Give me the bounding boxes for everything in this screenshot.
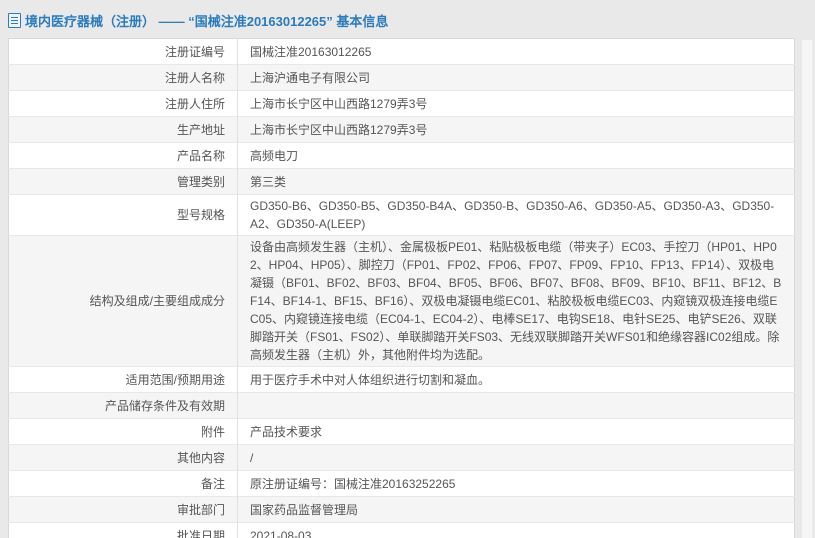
device-info-table: 注册证编号 国械注准20163012265 注册人名称 上海沪通电子有限公司 注册人住所… <box>8 38 795 538</box>
page-header: 境内医疗器械（注册） —— “国械注准20163012265” 基本信息 <box>0 0 815 38</box>
table-row: 生产地址 上海市长宁区中山西路1279弄3号 <box>8 116 795 143</box>
registration-detail-page: 境内医疗器械（注册） —— “国械注准20163012265” 基本信息 注册证… <box>0 0 815 538</box>
field-label: 批准日期 <box>8 522 238 538</box>
field-label: 适用范围/预期用途 <box>8 366 238 393</box>
table-row: 适用范围/预期用途 用于医疗手术中对人体组织进行切割和凝血。 <box>8 366 795 393</box>
field-value: 国械注准20163012265 <box>237 38 795 65</box>
document-icon <box>8 12 21 28</box>
device-info-table-body: 注册证编号 国械注准20163012265 注册人名称 上海沪通电子有限公司 注册人住所… <box>8 38 795 538</box>
field-value: / <box>237 444 795 471</box>
table-row: 附件 产品技术要求 <box>8 418 795 445</box>
field-label: 审批部门 <box>8 496 238 523</box>
field-label: 附件 <box>8 418 238 445</box>
table-row: 备注 原注册证编号：国械注准20163252265 <box>8 470 795 497</box>
field-value: 设备由高频发生器（主机）、金属极板PE01、粘贴极板电缆（带夹子）EC03、手控… <box>237 235 795 367</box>
table-row: 注册证编号 国械注准20163012265 <box>9 38 795 65</box>
table-row: 产品储存条件及有效期 <box>8 392 795 419</box>
field-label: 注册人住所 <box>8 90 238 117</box>
field-value: 原注册证编号：国械注准20163252265 <box>237 470 795 497</box>
field-label: 备注 <box>8 470 238 497</box>
table-row: 注册人名称 上海沪通电子有限公司 <box>8 64 795 91</box>
field-label: 结构及组成/主要组成成分 <box>8 235 238 367</box>
table-row: 管理类别 第三类 <box>8 168 795 195</box>
field-value: 上海市长宁区中山西路1279弄3号 <box>237 116 795 143</box>
field-label: 产品名称 <box>8 142 238 169</box>
table-row: 型号规格 GD350-B6、GD350-B5、GD350-B4A、GD350-B、… <box>8 194 795 236</box>
table-row: 批准日期 2021-08-03 <box>8 522 795 538</box>
field-label: 产品储存条件及有效期 <box>8 392 238 419</box>
field-label: 生产地址 <box>8 116 238 143</box>
table-row: 审批部门 国家药品监督管理局 <box>8 496 795 523</box>
field-value: 高频电刀 <box>237 142 795 169</box>
table-row: 注册人住所 上海市长宁区中山西路1279弄3号 <box>8 90 795 117</box>
field-label: 型号规格 <box>8 194 238 236</box>
field-label: 管理类别 <box>8 168 238 195</box>
field-label: 注册人名称 <box>8 64 238 91</box>
field-value: 产品技术要求 <box>237 418 795 445</box>
field-label: 其他内容 <box>8 444 238 471</box>
field-value: 2021-08-03 <box>237 522 795 538</box>
field-value: 用于医疗手术中对人体组织进行切割和凝血。 <box>237 366 795 393</box>
field-value: 国家药品监督管理局 <box>237 496 795 523</box>
field-value: 第三类 <box>237 168 795 195</box>
field-value: 上海沪通电子有限公司 <box>237 64 795 91</box>
table-row: 产品名称 高频电刀 <box>8 142 795 169</box>
field-value: GD350-B6、GD350-B5、GD350-B4A、GD350-B、GD35… <box>237 194 795 236</box>
scrollbar-track[interactable] <box>802 40 812 538</box>
field-value: 上海市长宁区中山西路1279弄3号 <box>237 90 795 117</box>
table-row: 其他内容 / <box>8 444 795 471</box>
field-value <box>237 392 795 419</box>
page-title: 境内医疗器械（注册） —— “国械注准20163012265” 基本信息 <box>25 13 389 29</box>
field-label: 注册证编号 <box>164 44 225 59</box>
table-row: 结构及组成/主要组成成分 设备由高频发生器（主机）、金属极板PE01、粘贴极板电缆… <box>8 235 795 367</box>
